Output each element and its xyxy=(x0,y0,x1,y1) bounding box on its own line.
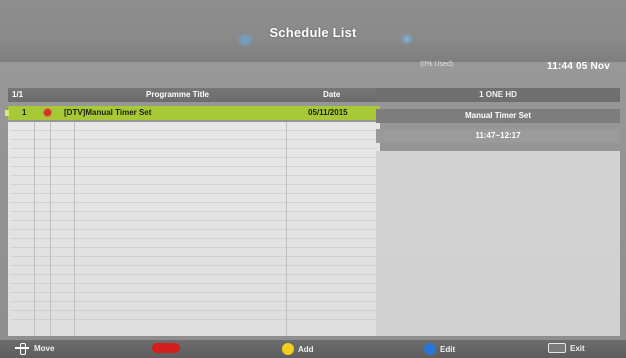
row-programme-title: [DTV]Manual Timer Set xyxy=(64,108,152,117)
column-divider xyxy=(34,122,35,336)
selection-marker-icon xyxy=(5,110,9,116)
header-bar: Schedule List (0% Used) 11:44 05 Nov xyxy=(0,0,626,72)
header-page-count: 1/1 xyxy=(12,90,24,99)
details-panel: 1 ONE HD Manual Timer Set 11:47~12:17 xyxy=(376,88,620,336)
page-title: Schedule List xyxy=(269,25,357,40)
table-header: 1/1 Programme Title Date xyxy=(8,88,380,102)
yellow-button-icon xyxy=(282,343,294,355)
exit-hint[interactable]: Exit xyxy=(548,343,585,353)
move-label: Move xyxy=(34,343,55,353)
detail-timer-name: Manual Timer Set xyxy=(376,109,620,123)
exit-label: Exit xyxy=(570,343,585,353)
move-hint[interactable]: Move xyxy=(14,343,55,355)
red-button-icon xyxy=(152,343,180,353)
table-row-selected[interactable]: 1 [DTV]Manual Timer Set 05/11/2015 xyxy=(5,106,380,120)
empty-row-lines xyxy=(10,122,378,336)
edit-label: Edit xyxy=(440,344,456,354)
schedule-table: 1/1 Programme Title Date 1 [DTV]Manual T… xyxy=(5,88,380,336)
detail-time-range: 11:47~12:17 xyxy=(376,129,620,143)
table-body xyxy=(8,122,380,336)
add-label: Add xyxy=(298,344,314,354)
move-arrows-icon xyxy=(14,343,30,355)
column-divider xyxy=(50,122,51,336)
add-hint[interactable]: Add xyxy=(282,343,314,355)
schedule-list-screen: Schedule List (0% Used) 11:44 05 Nov 1/1… xyxy=(0,0,626,358)
column-divider xyxy=(74,122,75,336)
header-date: Date xyxy=(323,90,341,99)
row-number: 1 xyxy=(22,108,27,117)
decor-blur-right xyxy=(400,34,414,44)
row-date: 05/11/2015 xyxy=(308,108,348,117)
blue-button-icon xyxy=(424,343,436,355)
clock-time: 11:44 05 Nov xyxy=(547,61,610,72)
header-programme-title: Programme Title xyxy=(146,90,209,99)
storage-used-label: (0% Used) xyxy=(420,61,454,68)
delete-hint[interactable] xyxy=(152,343,180,353)
column-divider xyxy=(286,122,287,336)
edit-hint[interactable]: Edit xyxy=(424,343,455,355)
record-icon xyxy=(43,108,52,117)
exit-key-icon xyxy=(548,343,566,353)
footer-bar: Move Add Edit Exit xyxy=(0,340,626,358)
detail-channel: 1 ONE HD xyxy=(376,88,620,102)
detail-area xyxy=(376,151,620,336)
